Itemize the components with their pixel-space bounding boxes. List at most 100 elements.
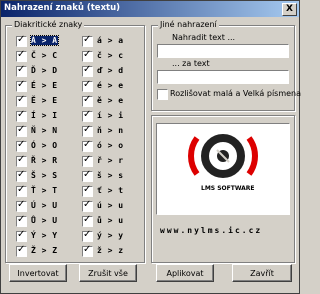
- replacement-checkbox[interactable]: ✓: [82, 34, 93, 47]
- diacritics-group: Diakritické znaky ✓ Á > A ✓ Č > C ✓ Ď > D ✓ É >…: [5, 20, 145, 263]
- checkmark-icon: ✓: [17, 94, 26, 105]
- replacement-label: Ň > N: [31, 126, 58, 135]
- case-sensitive-checkbox[interactable]: [157, 89, 168, 100]
- replacement-checkbox[interactable]: ✓: [82, 124, 93, 137]
- replacement-label: Ů > U: [31, 216, 58, 225]
- window-close-button[interactable]: X: [282, 3, 297, 16]
- replacement-label: Š > S: [31, 171, 58, 180]
- checkmark-icon: ✓: [17, 139, 26, 150]
- title-bar[interactable]: Nahrazení znaků (textu) X: [1, 1, 299, 17]
- checkmark-icon: ✓: [83, 109, 92, 120]
- checkmark-icon: ✓: [83, 79, 92, 90]
- replacement-checkbox[interactable]: ✓: [82, 49, 93, 62]
- apply-button[interactable]: Aplikovat: [156, 264, 214, 282]
- replacement-label: í > i: [97, 111, 124, 120]
- window-title: Nahrazení znaků (textu): [4, 3, 121, 13]
- replacement-label: ď > d: [97, 66, 124, 75]
- replacement-checkbox[interactable]: ✓: [82, 229, 93, 242]
- replacement-checkbox[interactable]: ✓: [82, 139, 93, 152]
- checkmark-icon: ✓: [17, 244, 26, 255]
- checkmark-icon: ✓: [17, 124, 26, 135]
- replacement-checkbox[interactable]: ✓: [16, 49, 27, 62]
- checkmark-icon: ✓: [17, 169, 26, 180]
- checkmark-icon: ✓: [83, 94, 92, 105]
- close-button[interactable]: Zavřít: [232, 264, 292, 282]
- replacement-checkbox[interactable]: ✓: [82, 244, 93, 257]
- with-text-input[interactable]: [157, 70, 289, 84]
- replacement-checkbox[interactable]: ✓: [82, 169, 93, 182]
- checkmark-icon: ✓: [17, 109, 26, 120]
- checkmark-icon: ✓: [83, 169, 92, 180]
- replacement-label: Ó > O: [31, 141, 58, 150]
- replacement-checkbox[interactable]: ✓: [16, 109, 27, 122]
- replacement-label: Á > A: [30, 35, 59, 46]
- replacement-label: ř > r: [97, 156, 124, 165]
- replacement-checkbox[interactable]: ✓: [82, 154, 93, 167]
- replacement-label: Ř > R: [31, 156, 58, 165]
- checkmark-icon: ✓: [17, 154, 26, 165]
- lms-logo-icon: [188, 134, 258, 178]
- replacement-checkbox[interactable]: ✓: [82, 199, 93, 212]
- checkmark-icon: ✓: [83, 184, 92, 195]
- clear-all-button[interactable]: Zrušit vše: [79, 264, 137, 282]
- checkmark-icon: ✓: [83, 244, 92, 255]
- diacritics-group-label: Diakritické znaky: [12, 20, 85, 29]
- replacement-checkbox[interactable]: ✓: [16, 34, 27, 47]
- checkmark-icon: ✓: [17, 34, 26, 45]
- replacement-checkbox[interactable]: ✓: [16, 244, 27, 257]
- replacement-checkbox[interactable]: ✓: [82, 64, 93, 77]
- replacement-label: Č > C: [31, 51, 58, 60]
- replacement-checkbox[interactable]: ✓: [82, 184, 93, 197]
- replacement-checkbox[interactable]: ✓: [16, 154, 27, 167]
- replacement-checkbox[interactable]: ✓: [16, 229, 27, 242]
- checkmark-icon: ✓: [17, 49, 26, 60]
- replacement-label: Ď > D: [31, 66, 58, 75]
- replacement-label: č > c: [97, 51, 124, 60]
- replacement-checkbox[interactable]: ✓: [82, 79, 93, 92]
- replacement-label: ó > o: [97, 141, 124, 150]
- replacement-label: Ž > Z: [31, 246, 58, 255]
- other-replacement-group: Jiné nahrazení Nahradit text ... ... za …: [151, 20, 301, 111]
- replacement-label: ň > n: [97, 126, 124, 135]
- replacement-label: ý > y: [97, 231, 124, 240]
- replacement-label: Ě > E: [31, 96, 58, 105]
- checkmark-icon: ✓: [17, 64, 26, 75]
- replacement-label: ě > e: [97, 96, 124, 105]
- replace-text-input[interactable]: [157, 44, 289, 58]
- replacement-checkbox[interactable]: ✓: [82, 214, 93, 227]
- checkmark-icon: ✓: [83, 154, 92, 165]
- replacement-label: ť > t: [97, 186, 124, 195]
- replacement-checkbox[interactable]: ✓: [16, 139, 27, 152]
- replacement-label: Ý > Y: [31, 231, 58, 240]
- replacement-label: Ť > T: [31, 186, 58, 195]
- dialog-window: Nahrazení znaků (textu) X Diakritické zn…: [0, 0, 301, 294]
- replacement-checkbox[interactable]: ✓: [82, 109, 93, 122]
- replacement-checkbox[interactable]: ✓: [16, 199, 27, 212]
- replacement-label: ž > z: [97, 246, 124, 255]
- checkmark-icon: ✓: [83, 229, 92, 240]
- replacement-checkbox[interactable]: ✓: [16, 184, 27, 197]
- checkmark-icon: ✓: [17, 79, 26, 90]
- replacement-label: š > s: [97, 171, 124, 180]
- checkmark-icon: ✓: [83, 64, 92, 75]
- replacement-checkbox[interactable]: ✓: [16, 124, 27, 137]
- checkmark-icon: ✓: [83, 124, 92, 135]
- replacement-checkbox[interactable]: ✓: [16, 169, 27, 182]
- replacement-label: ú > u: [97, 201, 124, 210]
- checkmark-icon: ✓: [17, 214, 26, 225]
- logo-group: LMS SOFTWARE www.nylms.ic.cz: [151, 115, 295, 263]
- checkmark-icon: ✓: [17, 184, 26, 195]
- replacement-checkbox[interactable]: ✓: [16, 64, 27, 77]
- invert-button[interactable]: Invertovat: [9, 264, 67, 282]
- replacement-checkbox[interactable]: ✓: [82, 94, 93, 107]
- replacement-checkbox[interactable]: ✓: [16, 214, 27, 227]
- replacement-label: á > a: [97, 36, 124, 45]
- replacement-checkbox[interactable]: ✓: [16, 79, 27, 92]
- website-url: www.nylms.ic.cz: [160, 226, 263, 235]
- replacement-label: Ú > U: [31, 201, 58, 210]
- checkmark-icon: ✓: [83, 199, 92, 210]
- replacement-label: Í > I: [31, 111, 58, 120]
- replacement-checkbox[interactable]: ✓: [16, 94, 27, 107]
- checkmark-icon: ✓: [17, 229, 26, 240]
- checkmark-icon: ✓: [83, 139, 92, 150]
